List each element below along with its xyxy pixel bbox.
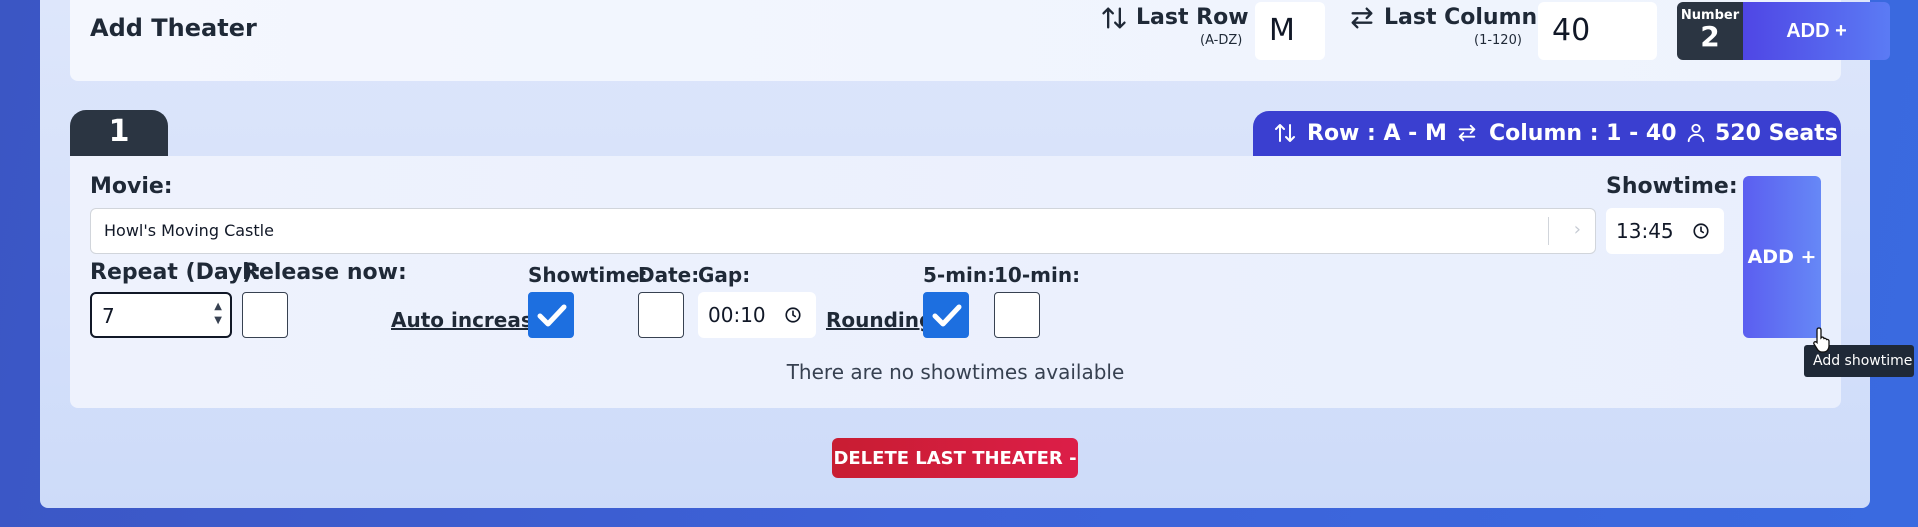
showtime-time-value: 13:45: [1616, 219, 1674, 243]
theater-number-tab: 1: [70, 110, 168, 158]
sort-vertical-icon: [1102, 7, 1126, 29]
repeat-days-input[interactable]: 7 ▲ ▼: [90, 292, 232, 338]
movie-label: Movie:: [90, 174, 173, 199]
five-min-checkbox[interactable]: [923, 292, 969, 338]
date-label: Date:: [638, 263, 700, 287]
add-theater-card: Add Theater Last Row : (A-DZ) M Last Col…: [70, 0, 1890, 81]
swap-horizontal-icon: [1458, 124, 1476, 142]
movie-select-value: Howl's Moving Castle: [104, 221, 274, 240]
showtime-check-label: Showtime:: [528, 263, 648, 287]
chevron-right-icon[interactable]: ›: [1574, 219, 1581, 240]
last-row-hint: (A-DZ): [1200, 33, 1243, 48]
showtime-time-input[interactable]: 13:45: [1606, 208, 1724, 254]
last-column-label: Last Column :: [1384, 5, 1554, 30]
no-showtimes-message: There are no showtimes available: [786, 360, 1125, 384]
rounding-label[interactable]: Rounding: [826, 308, 933, 332]
theater-number-badge: Number 2: [1677, 2, 1743, 60]
spinner-arrows-icon[interactable]: ▲ ▼: [214, 300, 222, 328]
theater-info-bar: Row : A - M Column : 1 - 40 520 Seats: [1253, 111, 1841, 157]
user-icon: [1687, 123, 1705, 143]
sort-vertical-icon: [1275, 124, 1295, 142]
delete-last-theater-button[interactable]: DELETE LAST THEATER -: [832, 438, 1078, 478]
last-column-input[interactable]: 40: [1538, 2, 1657, 60]
theater-card: Movie: Howl's Moving Castle › Showtime: …: [70, 156, 1841, 408]
column-range: Column : 1 - 40: [1489, 121, 1677, 146]
checkmark-icon: [537, 304, 567, 327]
repeat-days-value: 7: [102, 304, 115, 328]
five-min-label: 5-min:: [923, 263, 996, 287]
swap-horizontal-icon: [1351, 7, 1373, 29]
pointer-cursor-icon: [1813, 327, 1830, 353]
ten-min-label: 10-min:: [994, 263, 1081, 287]
repeat-label: Repeat (Day):: [90, 260, 262, 285]
clock-icon[interactable]: [1692, 222, 1710, 240]
movie-select[interactable]: Howl's Moving Castle ›: [90, 208, 1596, 254]
date-checkbox[interactable]: [638, 292, 684, 338]
select-divider: [1548, 217, 1549, 245]
last-column-hint: (1-120): [1474, 33, 1522, 48]
clock-icon[interactable]: [784, 306, 802, 324]
showtime-checkbox[interactable]: [528, 292, 574, 338]
last-row-label: Last Row :: [1136, 5, 1265, 30]
add-theater-button[interactable]: ADD +: [1743, 2, 1890, 60]
gap-label: Gap:: [698, 263, 751, 287]
release-now-label: Release now:: [242, 260, 407, 285]
seat-count: 520 Seats: [1715, 121, 1838, 146]
last-row-input[interactable]: M: [1255, 2, 1325, 60]
ten-min-checkbox[interactable]: [994, 292, 1040, 338]
page-title: Add Theater: [90, 14, 257, 42]
release-now-checkbox[interactable]: [242, 292, 288, 338]
checkmark-icon: [932, 304, 962, 327]
auto-increase-label[interactable]: Auto increase: [391, 308, 546, 332]
number-value: 2: [1700, 20, 1720, 53]
showtime-label: Showtime:: [1606, 174, 1738, 199]
row-range: Row : A - M: [1307, 121, 1447, 146]
gap-time-input[interactable]: 00:10: [698, 292, 816, 338]
gap-time-value: 00:10: [708, 303, 766, 327]
add-showtime-button[interactable]: ADD +: [1743, 176, 1821, 338]
